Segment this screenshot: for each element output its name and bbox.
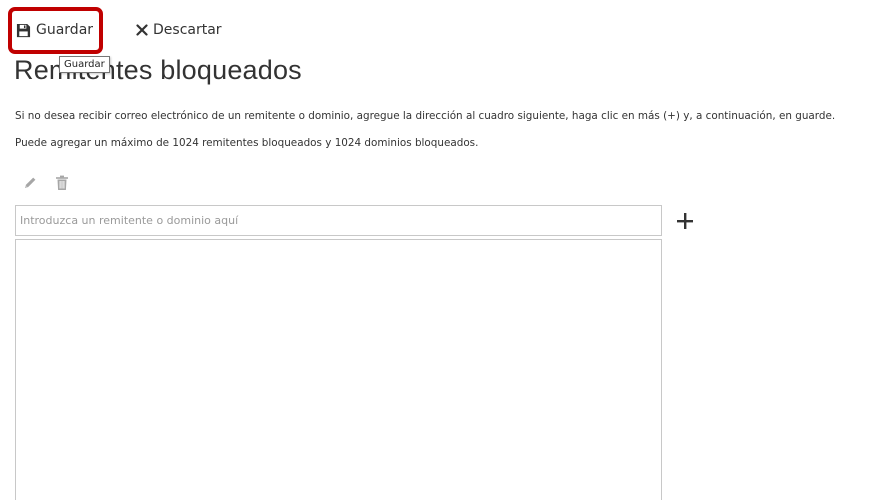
- save-button-label: Guardar: [36, 22, 94, 38]
- floppy-disk-icon: [16, 23, 31, 38]
- discard-button-label: Descartar: [153, 22, 222, 38]
- limit-text: Puede agregar un máximo de 1024 remitent…: [15, 137, 479, 149]
- blocked-senders-list[interactable]: [15, 239, 662, 500]
- add-button[interactable]: [676, 212, 694, 230]
- page-title: Remitentes bloqueados: [14, 55, 302, 85]
- plus-icon: [676, 213, 694, 234]
- trash-icon: [55, 175, 69, 195]
- pencil-icon: [22, 175, 38, 195]
- discard-button[interactable]: Descartar: [136, 22, 222, 38]
- blocked-senders-page: Guardar Descartar Remitentes bloqueados …: [0, 0, 888, 500]
- save-button[interactable]: Guardar: [16, 22, 93, 38]
- x-icon: [136, 24, 148, 36]
- edit-button[interactable]: [22, 175, 38, 195]
- sender-domain-input[interactable]: [15, 205, 662, 236]
- description-text: Si no desea recibir correo electrónico d…: [15, 110, 836, 122]
- save-tooltip: Guardar: [59, 56, 110, 73]
- delete-button[interactable]: [55, 175, 69, 195]
